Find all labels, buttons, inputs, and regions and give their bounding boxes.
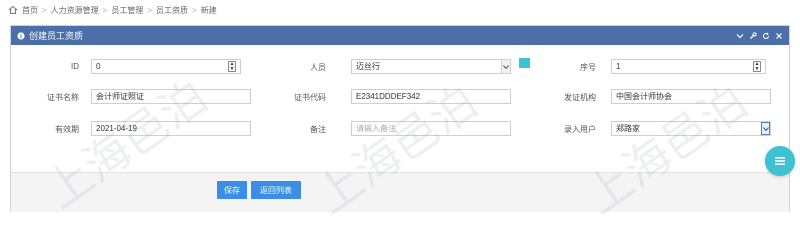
cert-name-label: 证书名称 [47,93,79,102]
breadcrumb-item-home[interactable]: 首页 [22,5,38,16]
chevron-down-icon[interactable] [761,122,770,135]
form-footer: 保存 返回列表 [11,172,789,212]
valid-until-label: 有效期 [55,125,79,134]
person-value: 迈丝行 [356,62,380,71]
breadcrumb-separator: > [147,5,153,15]
cert-code-input[interactable]: E2341DDDEF342 [351,89,511,104]
breadcrumb-separator: > [42,5,47,15]
cert-name-value: 会计师证照证 [96,92,144,101]
panel-header: 创建员工资质 [11,26,789,45]
seq-label: 序号 [580,63,596,72]
entry-user-label: 录入用户 [564,125,596,134]
breadcrumb-separator: > [102,5,108,15]
person-label: 人员 [310,63,326,72]
issuer-input[interactable]: 中国会计师协会 [611,89,771,104]
breadcrumb: 首页 > 人力资源管理 > 员工管理 > 员工资质 > 新建 [8,3,217,17]
cert-name-input[interactable]: 会计师证照证 [91,89,251,104]
person-color-swatch[interactable] [519,58,530,68]
cert-code-value: E2341DDDEF342 [356,92,421,101]
create-qualification-panel: 创建员工资质 ID 0 ▲ ▼ 人员 迈丝行 序号 1 ▲ ▼ 证书名称 会计师… [10,25,790,212]
remark-label: 备注 [310,125,326,134]
info-icon [17,31,25,40]
refresh-icon[interactable] [762,31,770,40]
seq-value: 1 [616,62,621,71]
person-select[interactable]: 迈丝行 [351,59,511,74]
save-button[interactable]: 保存 [217,181,247,199]
seq-stepper-icon[interactable]: ▲ ▼ [753,61,761,72]
id-input[interactable]: 0 ▲ ▼ [91,59,241,74]
close-icon[interactable] [775,32,783,40]
id-value: 0 [96,62,101,71]
entry-user-select[interactable]: 郑路家 [611,121,771,136]
remark-placeholder: 请输入备注 [356,124,396,133]
breadcrumb-item-employee[interactable]: 员工管理 [111,5,143,16]
entry-user-value: 郑路家 [616,124,640,133]
floating-menu-button[interactable] [765,146,795,176]
remark-input[interactable]: 请输入备注 [351,121,511,136]
collapse-icon[interactable] [736,32,744,40]
id-label: ID [71,62,79,71]
breadcrumb-item-hr[interactable]: 人力资源管理 [51,5,99,16]
home-icon[interactable] [8,5,18,15]
issuer-label: 发证机构 [564,93,596,102]
seq-input[interactable]: 1 ▲ ▼ [611,59,766,74]
breadcrumb-item-new: 新建 [200,5,217,15]
issuer-value: 中国会计师协会 [616,92,672,101]
breadcrumb-item-qualification[interactable]: 员工资质 [156,5,188,16]
panel-title: 创建员工资质 [29,31,84,41]
chevron-down-icon[interactable] [501,60,510,73]
menu-icon [775,157,785,165]
cert-code-label: 证书代码 [294,93,326,102]
valid-until-input[interactable]: 2021-04-19 [91,121,251,136]
valid-until-value: 2021-04-19 [96,124,137,133]
wrench-icon[interactable] [749,31,757,40]
breadcrumb-separator: > [192,5,197,15]
back-to-list-button[interactable]: 返回列表 [251,181,301,199]
id-stepper-icon[interactable]: ▲ ▼ [228,61,236,72]
form-body: ID 0 ▲ ▼ 人员 迈丝行 序号 1 ▲ ▼ 证书名称 会计师证照证 证书代码 … [11,45,789,172]
